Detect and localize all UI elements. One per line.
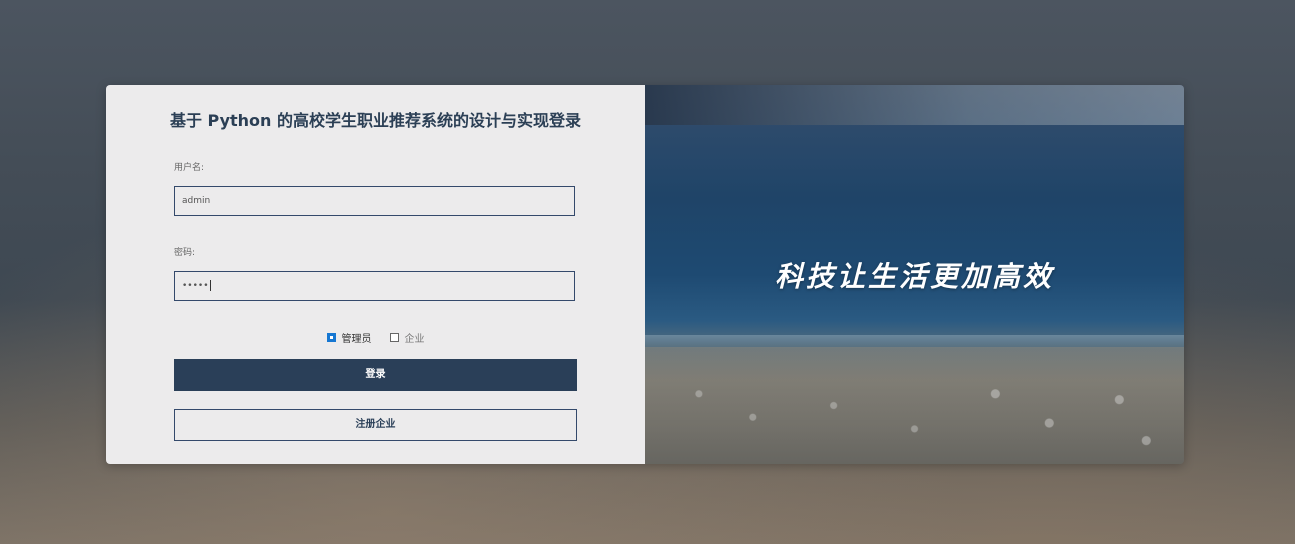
password-label: 密码:	[174, 248, 196, 258]
login-card: 基于 Python 的高校学生职业推荐系统的设计与实现登录 用户名: admin…	[106, 85, 1184, 464]
hero-beach	[645, 347, 1184, 464]
username-label: 用户名:	[174, 163, 205, 173]
login-form-panel: 基于 Python 的高校学生职业推荐系统的设计与实现登录 用户名: admin…	[106, 85, 645, 464]
checkbox-checked-icon[interactable]	[326, 333, 336, 342]
login-button[interactable]: 登录	[174, 359, 577, 391]
register-enterprise-button[interactable]: 注册企业	[174, 409, 577, 441]
hero-image-panel: 科技让生活更加高效	[645, 85, 1184, 464]
role-admin-option[interactable]: 管理员	[326, 330, 372, 345]
page-title: 基于 Python 的高校学生职业推荐系统的设计与实现登录	[169, 111, 582, 130]
role-admin-label: 管理员	[341, 334, 372, 345]
hero-sky	[645, 85, 1184, 125]
username-input[interactable]: admin	[174, 186, 575, 216]
text-caret	[209, 280, 211, 291]
role-enterprise-option[interactable]: 企业	[389, 330, 425, 345]
role-selector: 管理员 企业	[106, 330, 645, 345]
password-input[interactable]: •••••	[174, 271, 575, 301]
checkbox-unchecked-icon[interactable]	[389, 333, 399, 342]
role-enterprise-label: 企业	[404, 334, 425, 345]
hero-slogan: 科技让生活更加高效	[774, 260, 1054, 293]
password-value: •••••	[182, 281, 209, 291]
